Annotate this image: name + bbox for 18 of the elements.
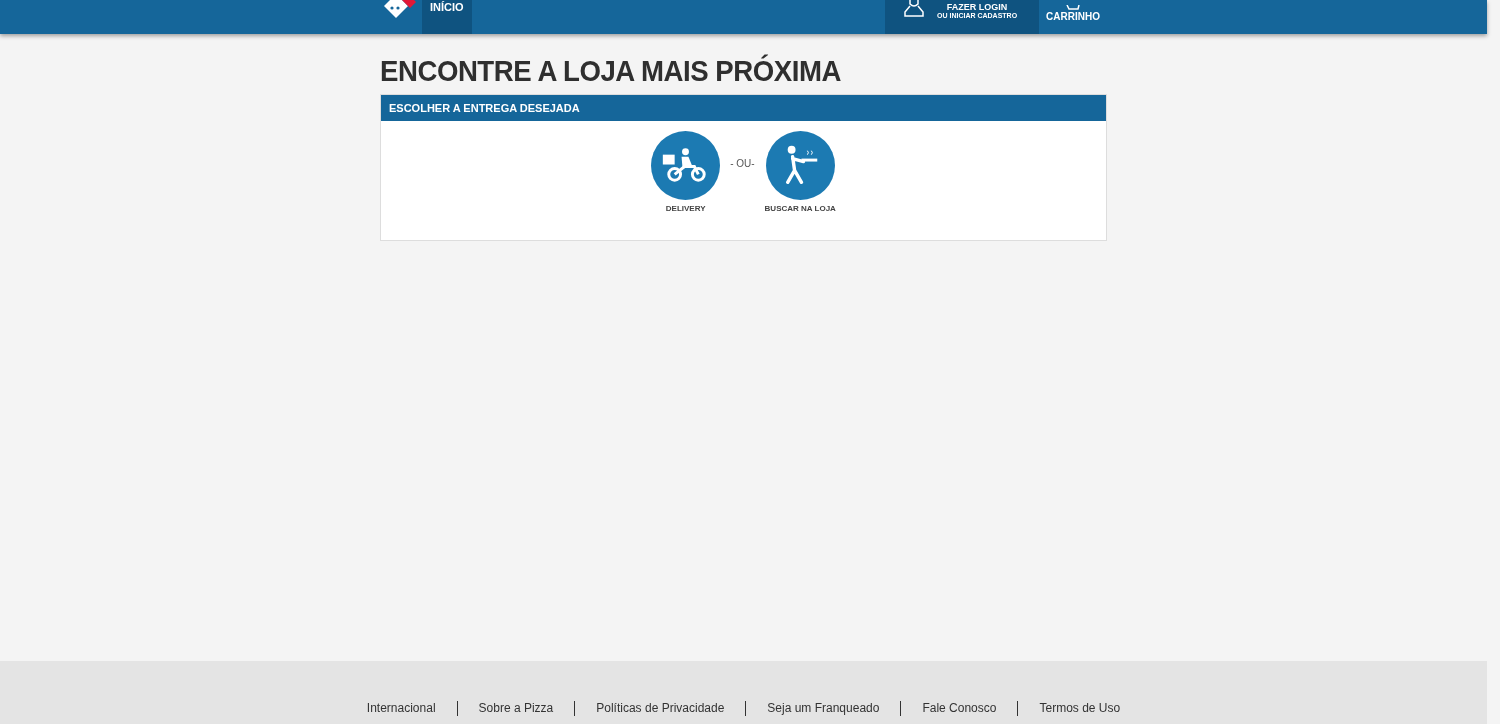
cart-link[interactable]: CARRINHO — [1039, 0, 1107, 34]
delivery-option[interactable]: BUSCAR NA LOJA — [764, 131, 836, 213]
page-title: ENCONTRE A LOJA MAIS PRÓXIMA — [380, 54, 842, 88]
nav-tab[interactable]: INÍCIO — [422, 0, 472, 34]
user-icon[interactable] — [903, 0, 925, 18]
footer-link[interactable]: Termos de Uso — [1017, 701, 1142, 716]
footer-link[interactable]: Internacional — [345, 701, 457, 716]
footer-link[interactable]: Políticas de Privacidade — [574, 701, 746, 716]
login-link[interactable]: FAZER LOGIN — [946, 2, 1008, 12]
delivery-option[interactable]: DELIVERY — [651, 131, 721, 213]
footer-link[interactable]: Seja um Franqueado — [745, 701, 901, 716]
motorcycle-courier-icon[interactable] — [651, 131, 721, 200]
panel-heading: ESCOLHER A ENTREGA DESEJADA — [381, 95, 1106, 121]
cart-icon — [1064, 5, 1082, 11]
footer-link[interactable]: Fale Conosco — [900, 701, 1018, 716]
separator-text: - OU- — [730, 158, 755, 169]
footer-link[interactable]: Sobre a Pizza — [456, 701, 575, 716]
walking-person-icon[interactable] — [765, 131, 835, 200]
